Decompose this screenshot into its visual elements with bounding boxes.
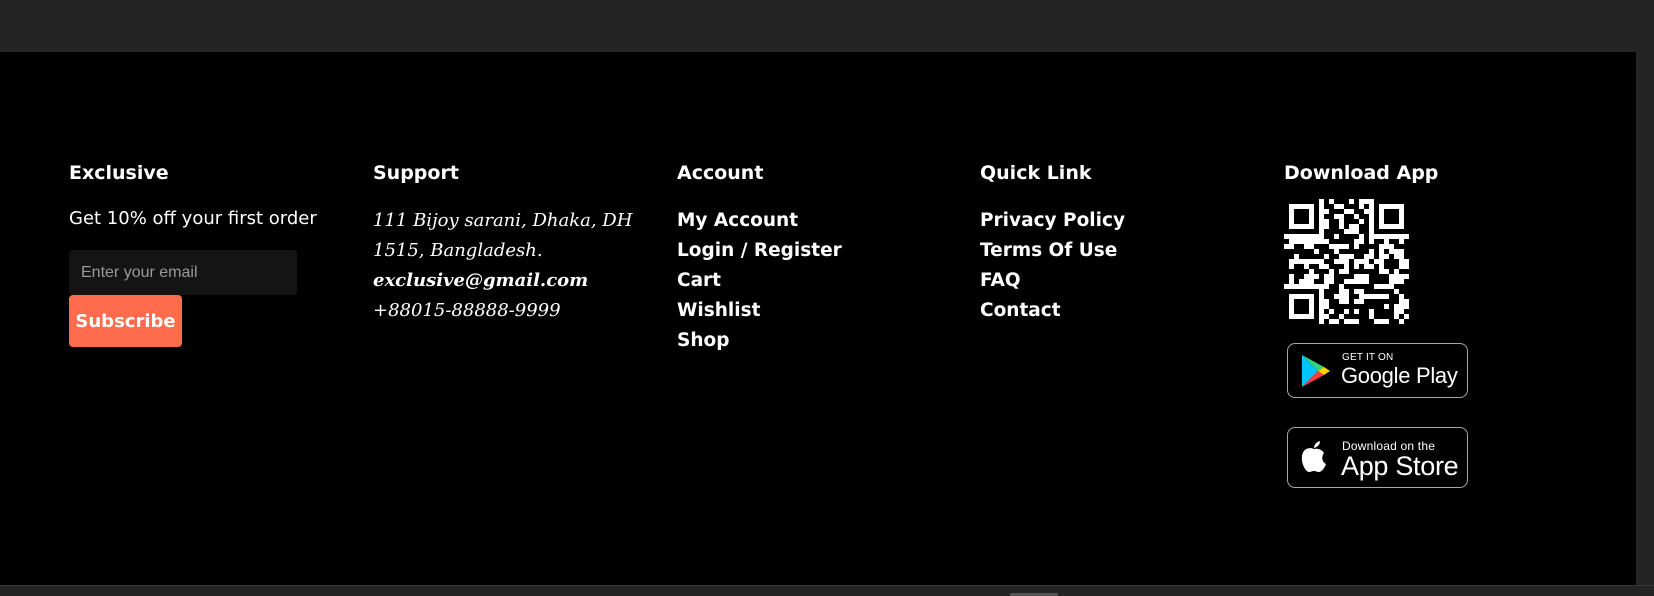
quick-link-contact[interactable]: Contact — [980, 296, 1125, 326]
quick-link-faq[interactable]: FAQ — [980, 266, 1125, 296]
account-title: Account — [677, 162, 764, 184]
offer-text: Get 10% off your first order — [69, 208, 317, 229]
quick-link-privacy-policy[interactable]: Privacy Policy — [980, 206, 1125, 236]
email-field[interactable] — [69, 250, 297, 295]
vertical-scrollbar[interactable] — [1636, 52, 1654, 585]
app-store-big-text: App Store — [1341, 451, 1459, 481]
brand-title: Exclusive — [69, 162, 169, 184]
qr-code — [1284, 199, 1409, 324]
quick-link-title: Quick Link — [980, 162, 1092, 184]
app-store-badge[interactable]: Download on the App Store — [1287, 427, 1468, 488]
footer-column-quick-link: Quick Link Privacy Policy Terms Of Use F… — [980, 160, 1125, 326]
download-app-title: Download App — [1284, 162, 1439, 184]
quick-link-terms-of-use[interactable]: Terms Of Use — [980, 236, 1125, 266]
horizontal-scrollbar[interactable] — [0, 585, 1654, 596]
account-links: My Account Login / Register Cart Wishlis… — [677, 206, 842, 356]
site-footer: Exclusive Get 10% off your first order S… — [0, 52, 1636, 585]
account-link-login-register[interactable]: Login / Register — [677, 236, 842, 266]
apple-icon — [1301, 441, 1326, 472]
support-address-line2: 1515, Bangladesh. — [373, 240, 543, 261]
support-phone: +88015-88888-9999 — [373, 300, 561, 321]
subscribe-button[interactable]: Subscribe — [69, 295, 182, 347]
support-address-line1: 111 Bijoy sarani, Dhaka, DH — [373, 210, 633, 231]
support-email[interactable]: exclusive@gmail.com — [373, 266, 633, 296]
quick-links: Privacy Policy Terms Of Use FAQ Contact — [980, 206, 1125, 326]
support-title: Support — [373, 162, 459, 184]
account-link-my-account[interactable]: My Account — [677, 206, 842, 236]
account-link-wishlist[interactable]: Wishlist — [677, 296, 842, 326]
footer-column-account: Account My Account Login / Register Cart… — [677, 160, 842, 356]
footer-column-exclusive: Exclusive Get 10% off your first order S… — [69, 160, 317, 347]
account-link-shop[interactable]: Shop — [677, 326, 842, 356]
footer-column-support: Support 111 Bijoy sarani, Dhaka, DH 1515… — [373, 160, 633, 326]
google-play-big-text: Google Play — [1341, 363, 1458, 388]
footer-column-download-app: Download App GET IT ON Google Play Downl… — [1284, 160, 1468, 488]
google-play-small-text: GET IT ON — [1342, 352, 1394, 363]
google-play-badge[interactable]: GET IT ON Google Play — [1287, 343, 1468, 398]
account-link-cart[interactable]: Cart — [677, 266, 842, 296]
google-play-icon — [1302, 355, 1330, 387]
